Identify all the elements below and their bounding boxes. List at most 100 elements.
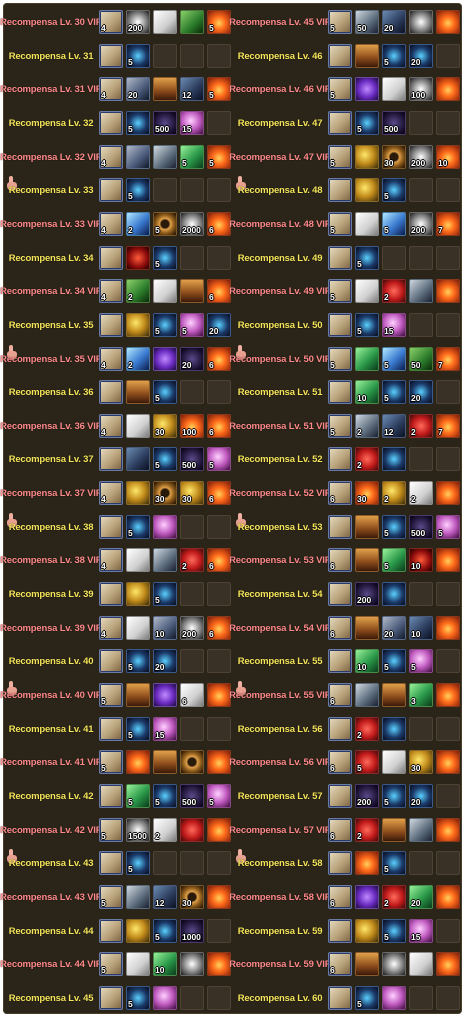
- item-slot[interactable]: 5: [355, 111, 379, 135]
- item-slot[interactable]: 30: [355, 481, 379, 505]
- item-slot[interactable]: 1500: [126, 818, 150, 842]
- item-slot[interactable]: 5: [382, 515, 406, 539]
- item-slot[interactable]: [355, 347, 379, 371]
- item-slot[interactable]: [328, 380, 352, 404]
- item-slot[interactable]: 5: [153, 784, 177, 808]
- item-slot[interactable]: [99, 246, 123, 270]
- item-slot[interactable]: 50: [409, 347, 433, 371]
- item-slot[interactable]: 2: [355, 414, 379, 438]
- item-slot[interactable]: [436, 548, 460, 572]
- item-slot[interactable]: [382, 683, 406, 707]
- item-slot[interactable]: [409, 279, 433, 303]
- item-slot[interactable]: 200: [409, 145, 433, 169]
- item-slot[interactable]: [382, 717, 406, 741]
- item-slot[interactable]: 5: [207, 145, 231, 169]
- item-slot[interactable]: 2: [126, 279, 150, 303]
- item-slot[interactable]: 6: [328, 683, 352, 707]
- item-slot[interactable]: [153, 683, 177, 707]
- item-slot[interactable]: 3: [409, 683, 433, 707]
- item-slot[interactable]: 500: [153, 111, 177, 135]
- item-slot[interactable]: [126, 380, 150, 404]
- item-slot[interactable]: [126, 447, 150, 471]
- item-slot[interactable]: 5: [126, 717, 150, 741]
- item-slot[interactable]: 5: [99, 750, 123, 774]
- item-slot[interactable]: [126, 481, 150, 505]
- item-slot[interactable]: 10: [355, 380, 379, 404]
- item-slot[interactable]: [436, 952, 460, 976]
- item-slot[interactable]: 30: [153, 481, 177, 505]
- item-slot[interactable]: 15: [180, 111, 204, 135]
- item-slot[interactable]: [355, 548, 379, 572]
- item-slot[interactable]: [328, 178, 352, 202]
- item-slot[interactable]: 2: [382, 279, 406, 303]
- item-slot[interactable]: 2: [382, 885, 406, 909]
- item-slot[interactable]: [355, 44, 379, 68]
- item-slot[interactable]: 10: [355, 649, 379, 673]
- item-slot[interactable]: 15: [153, 717, 177, 741]
- item-slot[interactable]: 6: [328, 952, 352, 976]
- item-slot[interactable]: [99, 515, 123, 539]
- item-slot[interactable]: [99, 582, 123, 606]
- item-slot[interactable]: [328, 44, 352, 68]
- item-slot[interactable]: 5: [153, 919, 177, 943]
- item-slot[interactable]: 500: [180, 447, 204, 471]
- item-slot[interactable]: 5: [180, 313, 204, 337]
- item-slot[interactable]: 4: [99, 279, 123, 303]
- item-slot[interactable]: 5: [382, 44, 406, 68]
- item-slot[interactable]: 5: [153, 380, 177, 404]
- item-slot[interactable]: 5: [207, 10, 231, 34]
- item-slot[interactable]: 2: [126, 212, 150, 236]
- item-slot[interactable]: [180, 818, 204, 842]
- item-slot[interactable]: 2: [355, 717, 379, 741]
- item-slot[interactable]: [153, 279, 177, 303]
- item-slot[interactable]: [126, 683, 150, 707]
- item-slot[interactable]: 5: [382, 347, 406, 371]
- item-slot[interactable]: 5: [328, 77, 352, 101]
- item-slot[interactable]: [126, 616, 150, 640]
- item-slot[interactable]: 200: [409, 212, 433, 236]
- item-slot[interactable]: [207, 750, 231, 774]
- item-slot[interactable]: 7: [436, 347, 460, 371]
- item-slot[interactable]: 5: [153, 246, 177, 270]
- item-slot[interactable]: [99, 919, 123, 943]
- item-slot[interactable]: 5: [153, 582, 177, 606]
- item-slot[interactable]: 5: [126, 851, 150, 875]
- item-slot[interactable]: 20: [409, 784, 433, 808]
- item-slot[interactable]: [436, 481, 460, 505]
- item-slot[interactable]: [180, 10, 204, 34]
- item-slot[interactable]: 10: [436, 145, 460, 169]
- item-slot[interactable]: [126, 885, 150, 909]
- item-slot[interactable]: 20: [180, 347, 204, 371]
- item-slot[interactable]: 100: [409, 77, 433, 101]
- item-slot[interactable]: 20: [382, 10, 406, 34]
- item-slot[interactable]: [180, 750, 204, 774]
- item-slot[interactable]: [436, 77, 460, 101]
- item-slot[interactable]: 10: [153, 952, 177, 976]
- item-slot[interactable]: [328, 447, 352, 471]
- item-slot[interactable]: [207, 952, 231, 976]
- item-slot[interactable]: 5: [126, 784, 150, 808]
- item-slot[interactable]: [328, 313, 352, 337]
- item-slot[interactable]: 6: [328, 750, 352, 774]
- item-slot[interactable]: [207, 885, 231, 909]
- item-slot[interactable]: [328, 515, 352, 539]
- item-slot[interactable]: 5: [328, 347, 352, 371]
- item-slot[interactable]: 2: [126, 347, 150, 371]
- item-slot[interactable]: [153, 77, 177, 101]
- item-slot[interactable]: 5: [382, 649, 406, 673]
- item-slot[interactable]: 5: [126, 986, 150, 1010]
- item-slot[interactable]: [355, 212, 379, 236]
- item-slot[interactable]: [153, 347, 177, 371]
- item-slot[interactable]: 5: [126, 44, 150, 68]
- item-slot[interactable]: 10: [409, 616, 433, 640]
- item-slot[interactable]: 6: [328, 885, 352, 909]
- item-slot[interactable]: 100: [180, 414, 204, 438]
- item-slot[interactable]: 4: [99, 616, 123, 640]
- item-slot[interactable]: 2: [409, 481, 433, 505]
- item-slot[interactable]: [99, 784, 123, 808]
- item-slot[interactable]: [355, 919, 379, 943]
- item-slot[interactable]: [382, 77, 406, 101]
- item-slot[interactable]: 4: [99, 77, 123, 101]
- item-slot[interactable]: 5: [355, 246, 379, 270]
- item-slot[interactable]: [99, 111, 123, 135]
